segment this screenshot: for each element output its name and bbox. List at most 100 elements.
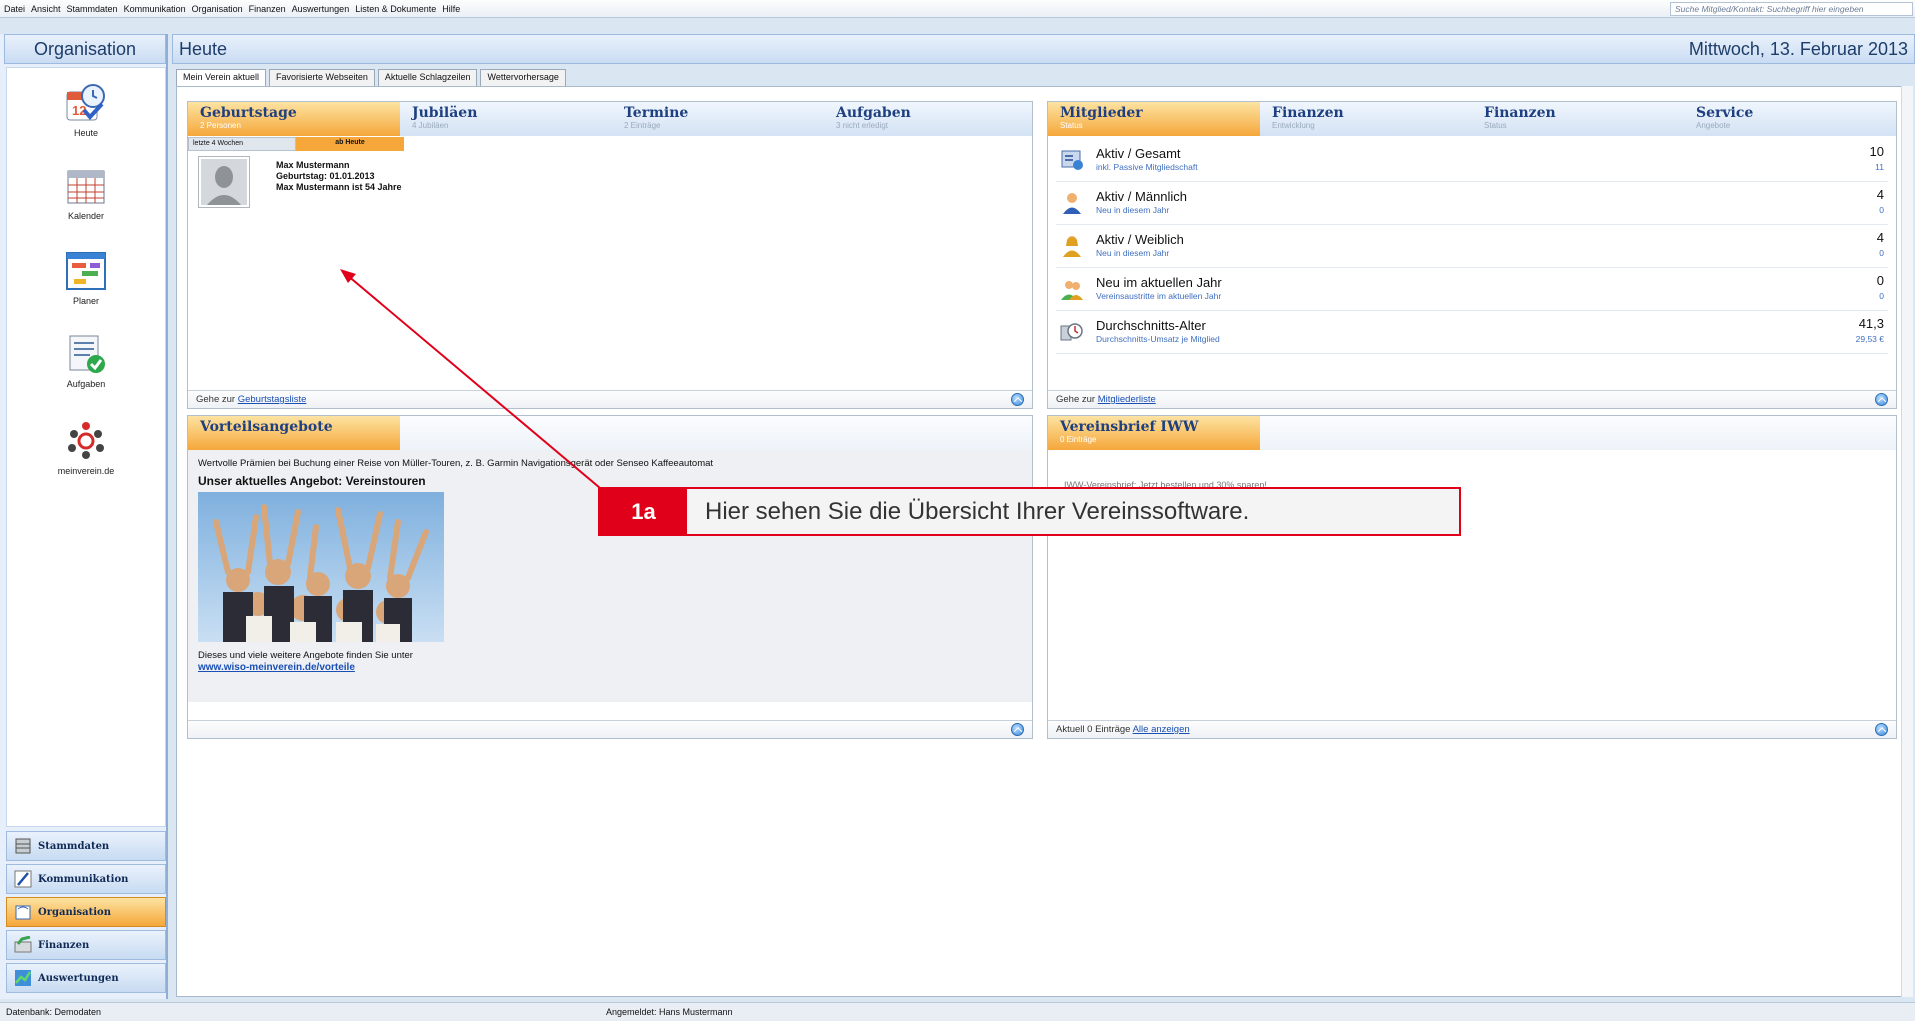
stat-row[interactable]: Neu im aktuellen Jahr Vereinsaustritte i… (1056, 269, 1888, 311)
stat-value: 4 (1876, 187, 1884, 202)
stat-value: 41,3 (1858, 316, 1884, 331)
tab-jubilaeen[interactable]: Jubiläen 4 Jubiläen (400, 102, 612, 136)
menu-finanzen[interactable]: Finanzen (249, 4, 286, 14)
tab-mein-verein-aktuell[interactable]: Mein Verein aktuell (176, 69, 267, 87)
stat-subvalue: 11 (1875, 162, 1884, 172)
panel-footer (188, 720, 1032, 738)
tab-aufgaben[interactable]: Aufgaben 3 nicht erledigt (824, 102, 1032, 136)
tab-title: Finanzen (1484, 105, 1556, 121)
tab-subtitle: Status (1060, 121, 1083, 130)
link-vorteile[interactable]: www.wiso-meinverein.de/vorteile (198, 662, 355, 673)
content-area: Geburtstage 2 Personen Jubiläen 4 Jubilä… (176, 86, 1910, 997)
status-database: Datenbank: Demodaten (6, 1007, 102, 1017)
collapse-up-icon[interactable] (1011, 393, 1024, 406)
nav-label: Kommunikation (38, 873, 129, 885)
menu-kommunikation[interactable]: Kommunikation (124, 4, 186, 14)
menu-datei[interactable]: Datei (4, 4, 25, 14)
collapse-up-icon[interactable] (1875, 723, 1888, 736)
stat-row[interactable]: Aktiv / Gesamt inkl. Passive Mitgliedsch… (1056, 140, 1888, 182)
stat-value: 4 (1876, 230, 1884, 245)
collapse-up-icon[interactable] (1011, 723, 1024, 736)
nav-kommunikation[interactable]: Kommunikation (6, 864, 166, 894)
vertical-scrollbar[interactable] (1901, 86, 1913, 997)
stat-row[interactable]: Aktiv / Männlich Neu in diesem Jahr 4 0 (1056, 183, 1888, 225)
nav-stammdaten[interactable]: Stammdaten (6, 831, 166, 861)
link-geburtstagsliste[interactable]: Geburtstagsliste (238, 394, 307, 405)
tab-subtitle: 2 Personen (200, 121, 241, 130)
planner-icon (66, 252, 106, 290)
tab-termine[interactable]: Termine 2 Einträge (612, 102, 824, 136)
offer-heading: Unser aktuelles Angebot: Vereinstouren (198, 474, 426, 488)
collapse-up-icon[interactable] (1875, 393, 1888, 406)
tab-finanzen-entwicklung[interactable]: Finanzen Entwicklung (1260, 102, 1472, 136)
link-mitgliederliste[interactable]: Mitgliederliste (1098, 394, 1156, 405)
panel-footer: Aktuell 0 Einträge Alle anzeigen (1048, 720, 1896, 738)
tab-title: Termine (624, 105, 689, 121)
tab-bar: Mein Verein aktuell Favorisierte Webseit… (176, 69, 569, 87)
male-user-icon (1063, 193, 1081, 214)
person-birthday: Geburtstag: 01.01.2013 (276, 171, 375, 181)
stat-label: Aktiv / Weiblich (1096, 232, 1184, 247)
nav-label: Stammdaten (38, 840, 110, 852)
person-silhouette-icon (201, 159, 247, 205)
panel-newsletter: Vereinsbrief IWW 0 Einträge IWW-Vereinsb… (1047, 415, 1897, 739)
panel-footer: Gehe zur Mitgliederliste (1048, 390, 1896, 408)
tab-subtitle: 0 Einträge (1060, 435, 1097, 444)
tab-wettervorhersage[interactable]: Wettervorhersage (480, 69, 566, 86)
nav-finanzen[interactable]: Finanzen (6, 930, 166, 960)
tab-geburtstage[interactable]: Geburtstage 2 Personen (188, 102, 400, 136)
folder-icon (15, 905, 31, 920)
menu-stammdaten[interactable]: Stammdaten (67, 4, 118, 14)
subtab-ab-heute[interactable]: ab Heute (296, 137, 404, 151)
tab-subtitle: 4 Jubiläen (412, 121, 449, 130)
menu-auswertungen[interactable]: Auswertungen (292, 4, 350, 14)
tab-title: Finanzen (1272, 105, 1344, 121)
stat-sublabel: Vereinsaustritte im aktuellen Jahr (1096, 291, 1222, 301)
nav-auswertungen[interactable]: Auswertungen (6, 963, 166, 993)
menu-hilfe[interactable]: Hilfe (442, 4, 460, 14)
menu-organisation[interactable]: Organisation (192, 4, 243, 14)
link-alle-anzeigen[interactable]: Alle anzeigen (1133, 724, 1190, 735)
tab-vereinsbrief[interactable]: Vereinsbrief IWW 0 Einträge (1048, 416, 1260, 450)
panel-header: Geburtstage 2 Personen Jubiläen 4 Jubilä… (188, 102, 1032, 136)
sidebar-item-planer[interactable]: Planer (6, 250, 166, 306)
stat-row[interactable]: Durchschnitts-Alter Durchschnitts-Umsatz… (1056, 312, 1888, 354)
sidebar-item-aufgaben[interactable]: Aufgaben (6, 333, 166, 389)
offer-photo[interactable] (198, 492, 444, 642)
panel-header: Mitglieder Status Finanzen Entwicklung F… (1048, 102, 1896, 136)
tab-service[interactable]: Service Angebote (1684, 102, 1896, 136)
panel-header: Vereinsbrief IWW 0 Einträge (1048, 416, 1896, 450)
female-user-icon (1063, 236, 1081, 257)
stat-subvalue: 0 (1879, 205, 1884, 215)
subtab-letzte-4-wochen[interactable]: letzte 4 Wochen (188, 137, 296, 151)
callout: 1a Hier sehen Sie die Übersicht Ihrer Ve… (598, 487, 1461, 536)
sidebar-item-meinverein[interactable]: meinverein.de (6, 420, 166, 476)
database-icon (15, 838, 31, 854)
tab-finanzen-status[interactable]: Finanzen Status (1472, 102, 1684, 136)
tab-subtitle: 3 nicht erledigt (836, 121, 889, 130)
footer-text: Aktuell 0 Einträge (1056, 724, 1131, 735)
pen-icon (14, 870, 32, 888)
clock-calendar-icon: 12 (66, 84, 105, 121)
stat-sublabel: Neu in diesem Jahr (1096, 248, 1170, 258)
cheering-people-image (198, 492, 444, 642)
finance-icon (14, 936, 32, 953)
person-name: Max Mustermann (276, 160, 350, 170)
sidebar-item-heute[interactable]: 12 Heute (6, 82, 166, 138)
tab-aktuelle-schlagzeilen[interactable]: Aktuelle Schlagzeilen (377, 69, 478, 86)
sidebar-item-kalender[interactable]: Kalender (6, 165, 166, 221)
tab-vorteilsangebote[interactable]: Vorteilsangebote (188, 416, 400, 450)
nav-organisation[interactable]: Organisation (6, 897, 166, 927)
menu-listen-dokumente[interactable]: Listen & Dokumente (355, 4, 436, 14)
sidebar-item-label: Kalender (67, 211, 105, 221)
search-input[interactable]: Suche Mitglied/Kontakt: Suchbegriff hier… (1670, 2, 1913, 16)
sidebar-item-label: Heute (73, 128, 99, 138)
tab-mitglieder[interactable]: Mitglieder Status (1048, 102, 1260, 136)
tab-favorisierte-webseiten[interactable]: Favorisierte Webseiten (269, 69, 375, 86)
person-age: Max Mustermann ist 54 Jahre (276, 182, 402, 192)
menu-ansicht[interactable]: Ansicht (31, 4, 61, 14)
sidebar-item-label: Planer (72, 296, 99, 306)
status-user: Angemeldet: Hans Mustermann (606, 1007, 733, 1017)
stat-row[interactable]: Aktiv / Weiblich Neu in diesem Jahr 4 0 (1056, 226, 1888, 268)
nav-label: Finanzen (38, 939, 90, 951)
